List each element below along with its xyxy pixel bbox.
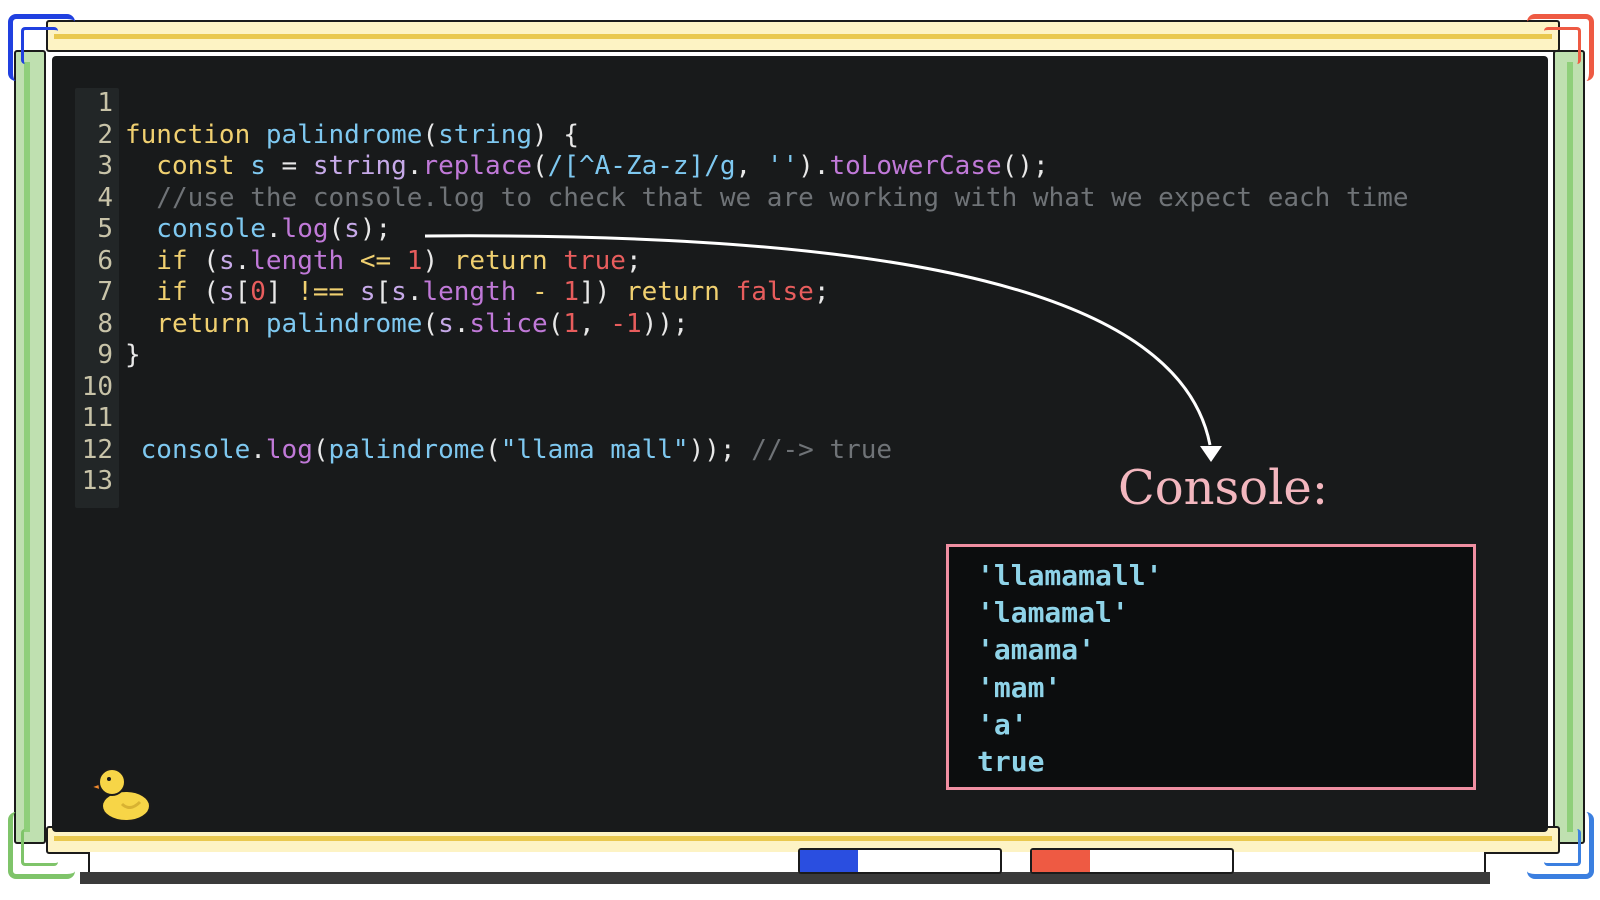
console-title: Console: bbox=[1118, 460, 1328, 516]
console-output-panel: 'llamamall' 'lamamal''amama''mam''a' true bbox=[946, 544, 1476, 790]
console-output-line: 'lamamal' bbox=[977, 596, 1129, 630]
console-output-line: true bbox=[977, 745, 1045, 778]
arrow-path bbox=[424, 234, 1212, 446]
blue-marker-icon bbox=[798, 848, 1002, 874]
tray-base bbox=[80, 872, 1490, 884]
console-output-line: 'llamamall' bbox=[977, 559, 1163, 592]
console-output-line: 'amama' bbox=[977, 633, 1096, 667]
red-marker-icon bbox=[1030, 848, 1234, 874]
console-output-line: 'a' bbox=[977, 707, 1028, 741]
console-output-line: 'mam' bbox=[977, 670, 1062, 704]
rubber-duck-icon bbox=[90, 768, 151, 822]
